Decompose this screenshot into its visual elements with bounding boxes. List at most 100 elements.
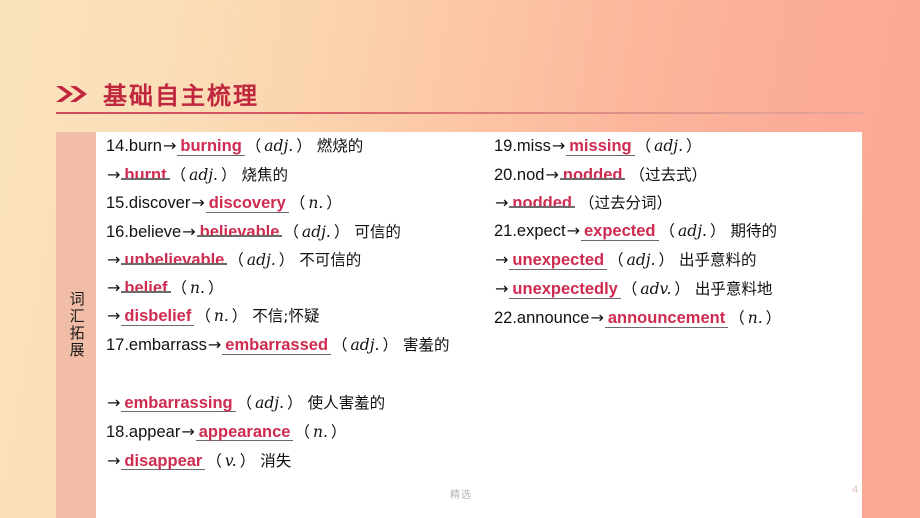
chinese-gloss: 消失 [260, 451, 292, 470]
paren-open: （ [245, 138, 262, 155]
answer-blank: announcement [604, 310, 729, 328]
chinese-gloss: 出乎意料的 [679, 251, 757, 269]
paren-close: ） [231, 308, 248, 325]
vocabulary-column-right: 19.miss → missing （adj.） 20.nod → nodded （过去式… [484, 138, 862, 518]
paren-close: ） [220, 167, 237, 184]
vocabulary-row: 19.miss → missing （adj.） [494, 138, 862, 156]
paren-open: （ [289, 195, 306, 212]
slide-header: 基础自主梳理 [55, 76, 259, 111]
chinese-gloss: 不可信的 [299, 251, 362, 269]
paren-close: ） [709, 223, 726, 240]
vocabulary-row: → disbelief （n.）不信;怀疑 [106, 308, 484, 326]
paren-close: ） [278, 252, 295, 269]
chinese-gloss: 不信;怀疑 [252, 307, 320, 325]
vocabulary-stem: 22.announce [494, 309, 590, 327]
answer-blank: disappear [121, 452, 206, 470]
vocabulary-stem: 14.burn [106, 137, 162, 155]
part-of-speech: adj. [626, 251, 656, 269]
vocabulary-row: → unexpectedly （adv.）出乎意料地 [494, 281, 862, 299]
arrow-icon: → [107, 306, 121, 325]
arrow-icon: → [107, 278, 121, 297]
paren-close: ） [686, 138, 702, 155]
arrow-icon: → [551, 136, 566, 155]
vocabulary-row: → disappear （v.）消失 [106, 450, 484, 470]
answer-blank: unbelievable [121, 252, 228, 269]
arrow-icon: → [495, 279, 509, 298]
answer-blank: burnt [121, 167, 170, 184]
arrow-icon: → [207, 335, 222, 354]
part-of-speech: n. [308, 194, 324, 212]
arrow-icon: → [495, 250, 509, 269]
chinese-gloss: 烧焦的 [241, 166, 289, 184]
vocabulary-stem: 20.nod [494, 166, 545, 184]
answer-blank: embarrassing [121, 394, 236, 412]
paren-close: ） [326, 195, 342, 212]
part-of-speech: n. [312, 422, 328, 441]
arrow-icon: → [495, 193, 509, 212]
section-gutter: 词汇拓展 [56, 132, 96, 518]
vocabulary-row: → nodded （过去分词） [494, 195, 862, 212]
arrow-icon: → [107, 392, 121, 412]
vocabulary-row: 17.embarrass → embarrassed （adj.）害羞的 [106, 337, 484, 355]
part-of-speech: adj. [255, 393, 285, 412]
paren-open: （ [635, 138, 652, 155]
part-of-speech: adv. [640, 280, 672, 298]
paren-close: ） [296, 138, 312, 155]
part-of-speech: adj. [189, 166, 218, 184]
content-panel: 词汇拓展 14.burn → burning （adj.）燃烧的 → burnt （adj.… [56, 132, 862, 518]
part-of-speech: adj. [654, 137, 684, 155]
page-number: 4 [852, 484, 859, 496]
answer-blank: unexpectedly [509, 281, 621, 299]
vocabulary-row: 20.nod → nodded （过去式） [494, 167, 862, 184]
arrow-icon: → [107, 450, 121, 470]
watermark: 精选 [450, 490, 472, 501]
paren-close: ） [765, 310, 782, 327]
vocabulary-row: 16.believe → believable （adj.）可信的 [106, 224, 484, 241]
vocabulary-column-left: 14.burn → burning （adj.）燃烧的 → burnt （adj.）烧焦的 1… [96, 138, 484, 518]
vocabulary-row: 22.announce → announcement （n.） [494, 310, 862, 328]
vocabulary-row: → embarrassing （adj.）使人害羞的 [106, 392, 484, 412]
chinese-gloss: 期待的 [730, 222, 777, 240]
vocabulary-row: → unexpected （adj.）出乎意料的 [494, 252, 862, 270]
chinese-gloss: 使人害羞的 [307, 393, 386, 412]
answer-blank: nodded [509, 195, 575, 212]
vocabulary-stem: 15.discover [106, 194, 191, 212]
answer-blank: nodded [559, 167, 626, 184]
paren-close: ） [207, 280, 224, 297]
vocabulary-row: → unbelievable （adj.）不可信的 [106, 252, 484, 269]
part-of-speech: adj. [301, 223, 331, 241]
paren-open: （ [195, 308, 211, 325]
chinese-gloss: （过去式） [629, 166, 707, 184]
chinese-gloss: 出乎意料地 [694, 280, 773, 298]
vocabulary-row: 14.burn → burning （adj.）燃烧的 [106, 138, 484, 156]
paren-open: （ [294, 423, 310, 441]
arrow-icon: → [107, 250, 121, 269]
chinese-gloss: 可信的 [354, 223, 401, 241]
paren-open: （ [608, 252, 624, 269]
chinese-gloss: （过去分词） [578, 194, 672, 212]
answer-blank: appearance [195, 423, 294, 441]
chinese-gloss: 燃烧的 [316, 137, 364, 155]
paren-open: （ [659, 223, 676, 240]
vocabulary-row: 18.appear → appearance （n.） [106, 422, 484, 441]
paren-close: ） [239, 452, 256, 470]
arrow-icon: → [107, 165, 121, 184]
answer-blank: believable [196, 224, 283, 241]
vocabulary-row: 15.discover → discovery （n.） [106, 195, 484, 213]
paren-close: ） [382, 337, 398, 354]
answer-blank: missing [566, 138, 635, 156]
vocabulary-stem: 21.expect [494, 222, 566, 240]
paren-open: （ [621, 281, 638, 298]
part-of-speech: adj. [246, 251, 276, 269]
part-of-speech: adj. [350, 336, 380, 354]
part-of-speech: adj. [264, 137, 294, 155]
arrow-icon: → [590, 308, 604, 327]
answer-blank: burning [177, 138, 245, 156]
answer-blank: embarrassed [222, 337, 332, 355]
paren-open: （ [228, 252, 244, 269]
page-title: 基础自主梳理 [103, 82, 259, 110]
paren-open: （ [729, 310, 745, 327]
arrow-icon: → [182, 222, 196, 241]
part-of-speech: n. [747, 309, 763, 327]
vocabulary-stem: 18.appear [106, 422, 181, 441]
